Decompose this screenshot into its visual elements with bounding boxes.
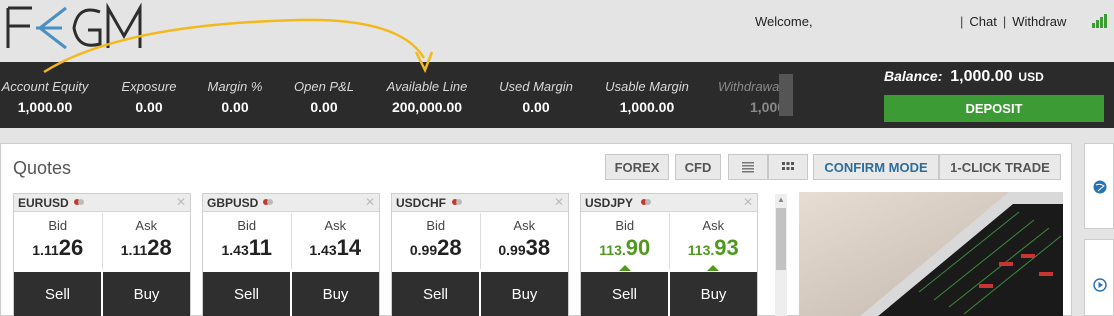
overflow-fade: [779, 74, 793, 116]
metric-used-margin: Used Margin 0.00: [499, 79, 573, 115]
buy-button[interactable]: Buy: [292, 272, 379, 316]
quote-tile-gbpusd: GBPUSD ✕ Bid 1.4311 Ask 1.4314 Sell Buy: [202, 193, 380, 316]
list-view-button[interactable]: [728, 154, 768, 180]
bid-side[interactable]: Bid 1.4311: [203, 213, 291, 269]
play-icon: [1093, 278, 1107, 292]
ask-side[interactable]: Ask 1.1128: [101, 213, 191, 269]
quote-tile-usdchf: USDCHF ✕ Bid 0.9928 Ask 0.9938 Sell Buy: [391, 193, 569, 316]
fxgm-logo[interactable]: [2, 2, 144, 52]
sell-button[interactable]: Sell: [203, 272, 290, 316]
bid-side[interactable]: Bid 1.1126: [14, 213, 102, 269]
quote-tile-usdjpy: USDJPY ✕ Bid 113.90 Ask 113.93 Sell Buy: [580, 193, 758, 316]
ask-side[interactable]: Ask 113.93: [668, 213, 758, 271]
sell-button[interactable]: Sell: [392, 272, 479, 316]
sell-button[interactable]: Sell: [14, 272, 101, 316]
one-click-trade-button[interactable]: 1-CLICK TRADE: [939, 154, 1061, 180]
currency-flag-icon: [263, 199, 273, 205]
currency-flag-icon: [74, 199, 84, 205]
tile-symbol: EURUSD: [18, 196, 69, 210]
buy-button[interactable]: Buy: [103, 272, 190, 316]
scrollbar-thumb[interactable]: [776, 208, 786, 270]
withdraw-link[interactable]: Withdraw: [1012, 14, 1066, 29]
metric-available-line: Available Line 200,000.00: [386, 79, 468, 115]
cfd-filter-button[interactable]: CFD: [675, 154, 721, 180]
sidebar-widget[interactable]: [1084, 143, 1114, 229]
welcome-text: Welcome,: [755, 14, 813, 29]
ask-side[interactable]: Ask 0.9938: [479, 213, 569, 269]
quotes-panel: Quotes FOREX CFD CONFIRM MODE 1-CLICK TR…: [0, 143, 1072, 316]
metric-open-pnl: Open P&L 0.00: [294, 79, 354, 115]
metric-account-equity: Account Equity 1,000.00: [1, 79, 89, 115]
close-icon[interactable]: ✕: [365, 195, 375, 209]
price-up-icon: [618, 265, 631, 271]
signal-strength-icon: [1092, 14, 1107, 28]
top-links: | Chat | Withdraw: [960, 14, 1067, 29]
bid-side[interactable]: Bid 113.90: [581, 213, 669, 271]
globe-icon: [1093, 180, 1107, 194]
sidebar-widget[interactable]: [1084, 239, 1114, 316]
close-icon[interactable]: ✕: [743, 195, 753, 209]
ask-side[interactable]: Ask 1.4314: [290, 213, 380, 269]
buy-button[interactable]: Buy: [670, 272, 757, 316]
price-up-icon: [707, 265, 720, 271]
top-header: Welcome, | Chat | Withdraw: [0, 0, 1114, 62]
deposit-button[interactable]: DEPOSIT: [884, 95, 1104, 122]
close-icon[interactable]: ✕: [554, 195, 564, 209]
buy-button[interactable]: Buy: [481, 272, 568, 316]
scroll-up-icon[interactable]: ▲: [775, 194, 787, 206]
tile-symbol: USDJPY: [585, 196, 634, 210]
tile-symbol: USDCHF: [396, 196, 446, 210]
tile-symbol: GBPUSD: [207, 196, 259, 210]
grid-view-icon: [782, 162, 794, 170]
currency-flag-icon: [641, 199, 651, 205]
quotes-title: Quotes: [13, 158, 72, 178]
currency-flag-icon: [452, 199, 462, 205]
quote-tile-eurusd: EURUSD ✕ Bid 1.1126 Ask 1.1128 Sell Buy: [13, 193, 191, 316]
tablet-promo-image[interactable]: [799, 192, 1063, 316]
close-icon[interactable]: ✕: [176, 195, 186, 209]
balance-display: Balance: 1,000.00 USD: [884, 68, 1044, 85]
confirm-mode-button[interactable]: CONFIRM MODE: [813, 154, 939, 180]
quotes-scrollbar[interactable]: ▲: [775, 194, 787, 316]
right-sidebar: [1084, 143, 1114, 316]
forex-filter-button[interactable]: FOREX: [605, 154, 669, 180]
bid-side[interactable]: Bid 0.9928: [392, 213, 480, 269]
metric-margin-percent: Margin % 0.00: [207, 79, 263, 115]
grid-view-button[interactable]: [768, 154, 808, 180]
metric-usable-margin: Usable Margin 1,000.00: [605, 79, 689, 115]
chat-link[interactable]: Chat: [969, 14, 996, 29]
list-view-icon: [742, 162, 754, 173]
metric-exposure: Exposure 0.00: [121, 79, 177, 115]
sell-button[interactable]: Sell: [581, 272, 668, 316]
